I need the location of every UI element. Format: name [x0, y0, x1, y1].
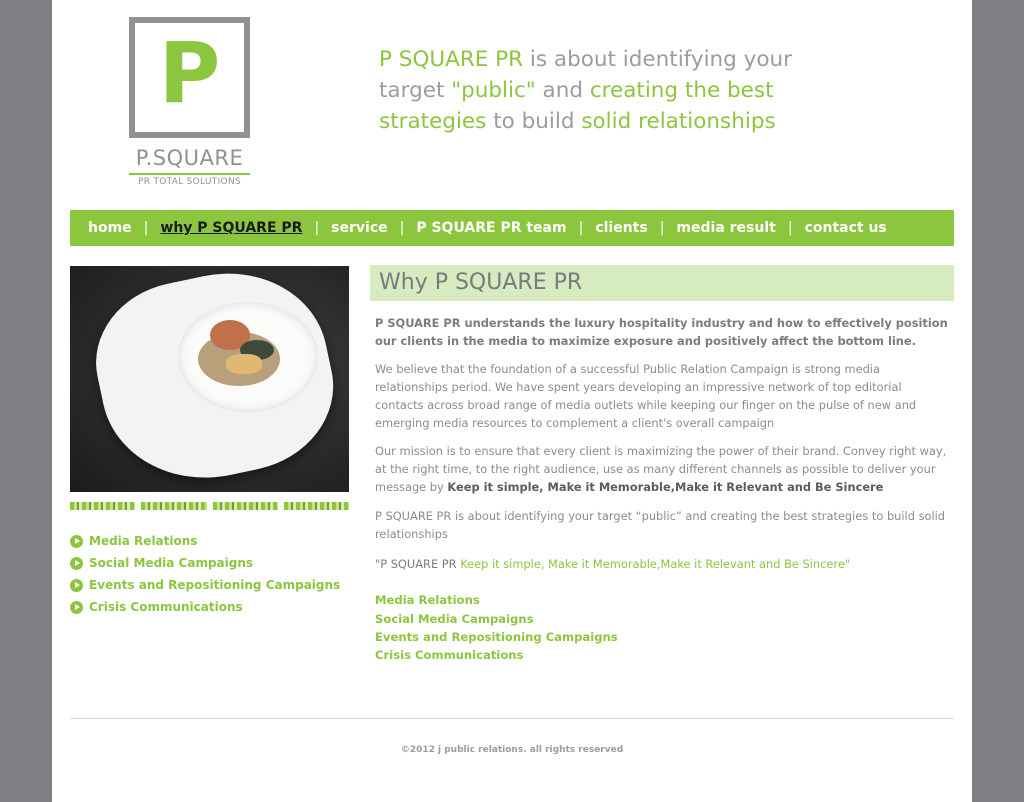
nav-separator: | — [787, 220, 793, 236]
nav-team[interactable]: P SQUARE PR team — [416, 220, 566, 236]
nav-separator: | — [659, 220, 665, 236]
header-tagline: P SQUARE PR is about identifying your ta… — [379, 44, 849, 137]
quote-prefix: "P SQUARE PR — [375, 556, 457, 571]
page-container: P P.SQUARE PR TOTAL SOLUTIONS P SQUARE P… — [52, 0, 972, 802]
hero-food-image — [70, 266, 349, 492]
service-link-crisis[interactable]: Crisis Communications — [375, 646, 948, 664]
sidebar-item-events[interactable]: Events and Repositioning Campaigns — [70, 574, 340, 596]
service-link-media-relations[interactable]: Media Relations — [375, 591, 948, 609]
service-link-events[interactable]: Events and Repositioning Campaigns — [375, 628, 948, 646]
paragraph-mission: Our mission is to ensure that every clie… — [375, 443, 948, 496]
logo-mark: P — [129, 17, 250, 138]
sidebar-link[interactable]: Crisis Communications — [89, 600, 243, 614]
footer-divider — [70, 718, 954, 719]
play-bullet-icon — [70, 534, 83, 548]
motto-quote: "P SQUARE PR Keep it simple, Make it Mem… — [375, 556, 948, 574]
quote-text: Keep it simple, Make it Memorable,Make i… — [456, 556, 851, 571]
logo-letter: P — [158, 24, 221, 122]
nav-separator: | — [314, 220, 320, 236]
logo[interactable]: P P.SQUARE PR TOTAL SOLUTIONS — [129, 17, 250, 187]
tagline-relationships: solid relationships — [581, 109, 776, 134]
sidebar-item-crisis[interactable]: Crisis Communications — [70, 596, 340, 618]
decorative-stripes — [70, 502, 349, 510]
stripe-segment — [70, 502, 136, 510]
page-title: Why P SQUARE PR — [370, 265, 954, 301]
sidebar-item-media-relations[interactable]: Media Relations — [70, 530, 340, 552]
tagline-public: "public" — [451, 78, 536, 103]
nav-service[interactable]: service — [331, 220, 387, 236]
sidebar-services: Media Relations Social Media Campaigns E… — [70, 530, 340, 618]
tagline-text: and — [535, 78, 590, 103]
stripe-segment — [212, 502, 278, 510]
nav-media-result[interactable]: media result — [676, 220, 775, 236]
paragraph-about: P SQUARE PR is about identifying your ta… — [375, 509, 946, 542]
stripe-segment — [141, 502, 207, 510]
nav-separator: | — [399, 220, 405, 236]
nav-contact-us[interactable]: contact us — [805, 220, 887, 236]
logo-name: P.SQUARE — [129, 146, 250, 175]
play-bullet-icon — [70, 600, 83, 614]
nav-clients[interactable]: clients — [595, 220, 647, 236]
mission-motto: Keep it simple, Make it Memorable,Make i… — [447, 479, 884, 494]
nav-separator: | — [578, 220, 584, 236]
logo-subtitle: PR TOTAL SOLUTIONS — [138, 177, 241, 187]
sidebar-link[interactable]: Media Relations — [89, 534, 197, 548]
play-bullet-icon — [70, 556, 83, 570]
paragraph-foundation: We believe that the foundation of a succ… — [375, 362, 917, 430]
sidebar-link[interactable]: Social Media Campaigns — [89, 556, 253, 570]
nav-why-psquare-pr[interactable]: why P SQUARE PR — [160, 220, 302, 236]
tagline-text: to build — [486, 109, 582, 134]
main-content: Why P SQUARE PR P SQUARE PR understands … — [370, 265, 954, 665]
service-link-social-media[interactable]: Social Media Campaigns — [375, 610, 948, 628]
food-fish — [226, 354, 262, 374]
play-bullet-icon — [70, 578, 83, 592]
services-list: Media Relations Social Media Campaigns E… — [375, 591, 948, 664]
stripe-segment — [283, 502, 349, 510]
nav-separator: | — [143, 220, 149, 236]
lead-paragraph: P SQUARE PR understands the luxury hospi… — [375, 316, 948, 348]
sidebar-link[interactable]: Events and Repositioning Campaigns — [89, 578, 340, 592]
footer-copyright: ©2012 j public relations. all rights res… — [400, 745, 624, 755]
tagline-brand: P SQUARE PR — [379, 47, 524, 72]
content-body: P SQUARE PR understands the luxury hospi… — [370, 315, 954, 665]
main-nav: home | why P SQUARE PR | service | P SQU… — [70, 210, 954, 246]
nav-home[interactable]: home — [88, 220, 132, 236]
sidebar-item-social-media[interactable]: Social Media Campaigns — [70, 552, 340, 574]
